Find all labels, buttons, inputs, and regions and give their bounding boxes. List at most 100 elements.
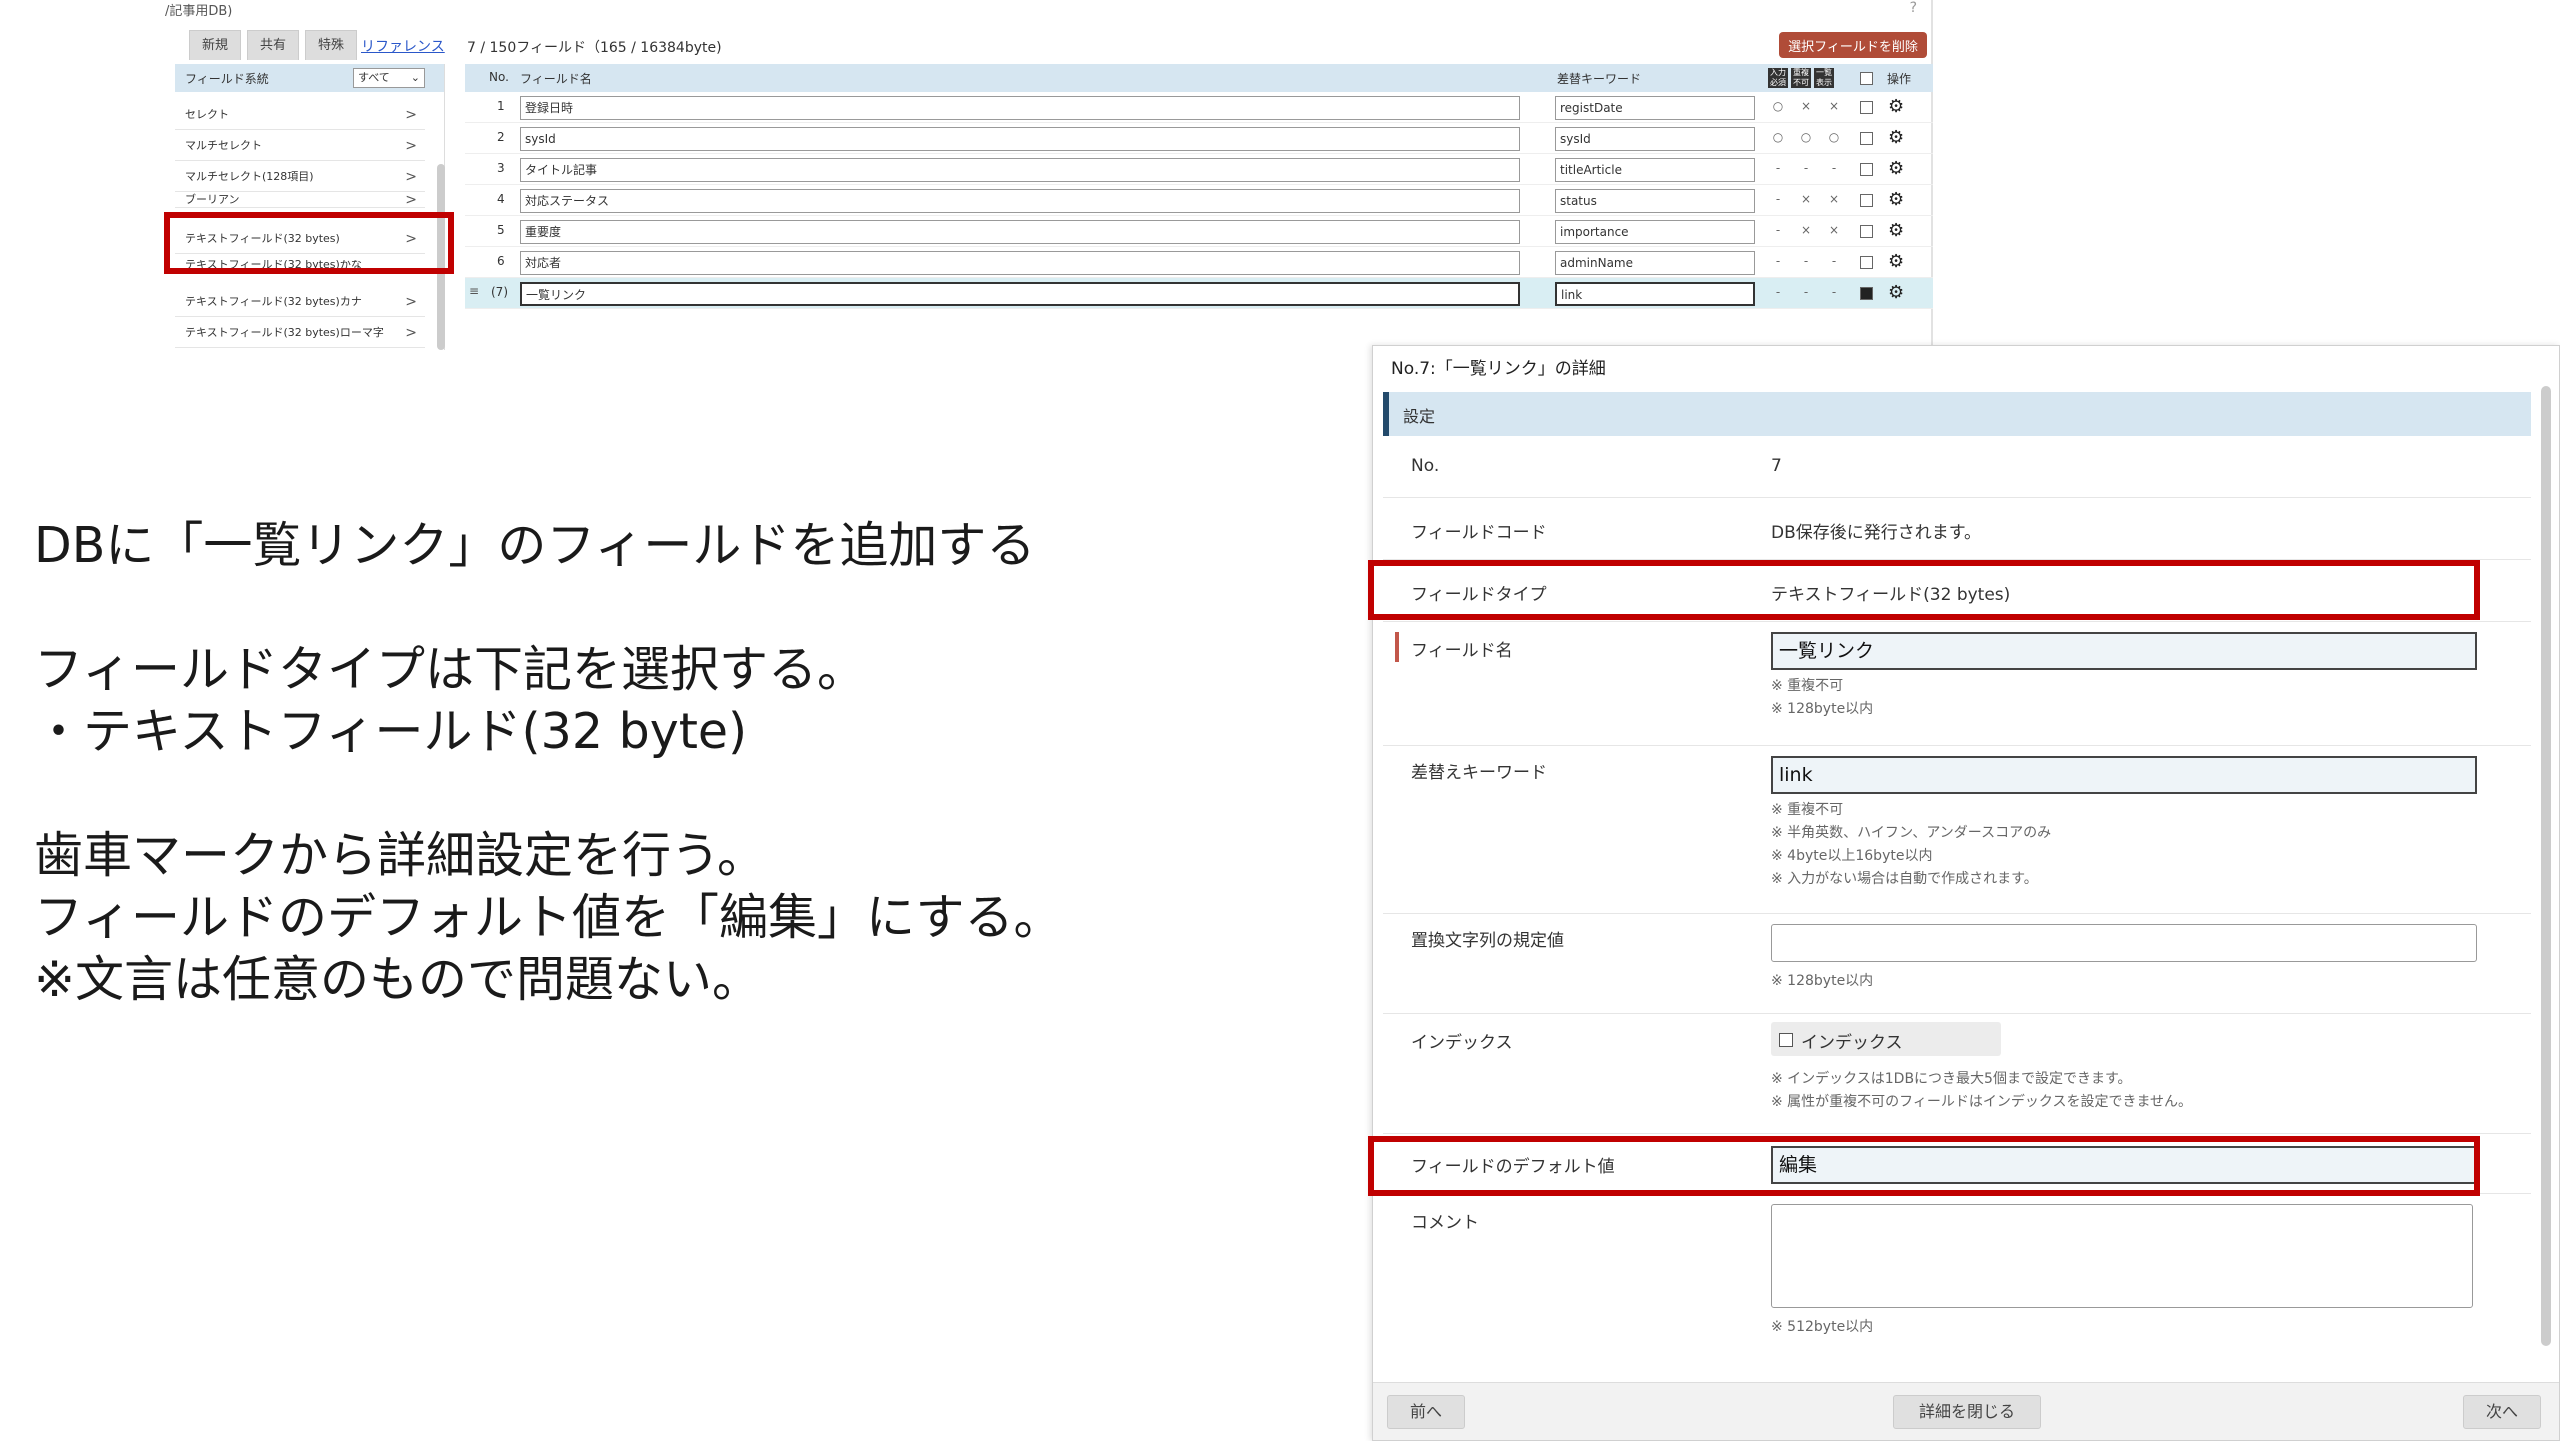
field-count: 7 / 150フィールド（165 / 16384byte) bbox=[467, 40, 722, 56]
instruction-line: フィールドタイプは下記を選択する。 bbox=[34, 641, 867, 698]
category-item-textfield-32-romaji[interactable]: テキストフィールド(32 bytes)ローマ字 > bbox=[175, 318, 425, 348]
field-code-label: フィールドコード bbox=[1411, 523, 1547, 543]
required-attr[interactable]: - bbox=[1771, 192, 1785, 206]
keyword-input[interactable]: link bbox=[1555, 282, 1755, 306]
category-filter-select[interactable]: すべて ⌄ bbox=[353, 68, 425, 88]
list-attr[interactable]: ○ bbox=[1827, 130, 1841, 144]
unique-attr[interactable]: - bbox=[1799, 254, 1813, 268]
row-checkbox[interactable] bbox=[1860, 194, 1873, 207]
detail-row-keyword: 差替えキーワード link ※ 重複不可 ※ 半角英数、ハイフン、アンダースコア… bbox=[1383, 746, 2531, 914]
unique-attr[interactable]: × bbox=[1799, 223, 1813, 237]
instruction-line: 歯車マークから詳細設定を行う。 bbox=[34, 827, 767, 884]
tab-reference[interactable]: リファレンス bbox=[361, 36, 445, 56]
field-name-input[interactable]: 一覧リンク bbox=[520, 282, 1520, 306]
field-name-input[interactable]: sysId bbox=[520, 127, 1520, 151]
table-row[interactable]: 2 sysId sysId ○ ○ ○ ⚙ bbox=[465, 123, 1933, 154]
field-name-input[interactable]: 一覧リンク bbox=[1771, 632, 2477, 670]
field-name-input[interactable]: 登録日時 bbox=[520, 96, 1520, 120]
gear-icon[interactable]: ⚙ bbox=[1888, 127, 1904, 148]
field-name-input[interactable]: タイトル記事 bbox=[520, 158, 1520, 182]
category-item-boolean[interactable]: ブーリアン > bbox=[175, 192, 425, 208]
row-checkbox-indeterminate[interactable] bbox=[1860, 287, 1873, 300]
required-attr[interactable]: - bbox=[1771, 223, 1785, 237]
detail-scrollbar[interactable] bbox=[2541, 386, 2551, 1346]
gear-icon[interactable]: ⚙ bbox=[1888, 158, 1904, 179]
list-attr[interactable]: × bbox=[1827, 223, 1841, 237]
tab-new[interactable]: 新規 bbox=[189, 30, 241, 60]
table-row[interactable]: 4 対応ステータス status - × × ⚙ bbox=[465, 185, 1933, 216]
list-attr[interactable]: × bbox=[1827, 99, 1841, 113]
settings-section-header: 設定 bbox=[1383, 392, 2531, 436]
keyword-input[interactable]: link bbox=[1771, 756, 2477, 794]
category-item-label: マルチセレクト(128項目) bbox=[185, 170, 314, 183]
gear-icon[interactable]: ⚙ bbox=[1888, 96, 1904, 117]
comment-textarea[interactable] bbox=[1771, 1204, 2473, 1308]
keyword-input[interactable]: titleArticle bbox=[1555, 158, 1755, 182]
category-item-multiselect-128[interactable]: マルチセレクト(128項目) > bbox=[175, 162, 425, 192]
category-item-select[interactable]: セレクト > bbox=[175, 100, 425, 130]
tab-shared[interactable]: 共有 bbox=[247, 30, 299, 60]
index-checkbox[interactable] bbox=[1779, 1033, 1793, 1047]
keyword-input[interactable]: registDate bbox=[1555, 96, 1755, 120]
default-string-note: ※ 128byte以内 bbox=[1771, 973, 1874, 989]
field-name-input[interactable]: 重要度 bbox=[520, 220, 1520, 244]
row-checkbox[interactable] bbox=[1860, 132, 1873, 145]
keyword-note: ※ 半角英数、ハイフン、アンダースコアのみ bbox=[1771, 825, 2052, 841]
required-attr[interactable]: - bbox=[1771, 285, 1785, 299]
field-grid: No. フィールド名 差替キーワード 入力必須 重複不可 一覧表示 操作 1 登… bbox=[465, 64, 1933, 314]
default-string-input[interactable] bbox=[1771, 924, 2477, 962]
keyword-input[interactable]: adminName bbox=[1555, 251, 1755, 275]
unique-attr[interactable]: × bbox=[1799, 99, 1813, 113]
table-row[interactable]: 6 対応者 adminName - - - ⚙ bbox=[465, 247, 1933, 278]
category-title: フィールド系統 bbox=[185, 72, 269, 86]
gear-icon[interactable]: ⚙ bbox=[1888, 189, 1904, 210]
list-attr[interactable]: - bbox=[1827, 285, 1841, 299]
keyword-input[interactable]: sysId bbox=[1555, 127, 1755, 151]
next-button[interactable]: 次へ bbox=[2463, 1395, 2541, 1429]
keyword-input[interactable]: importance bbox=[1555, 220, 1755, 244]
required-attr[interactable]: - bbox=[1771, 161, 1785, 175]
index-toggle[interactable]: インデックス bbox=[1771, 1022, 2001, 1056]
table-row[interactable]: 3 タイトル記事 titleArticle - - - ⚙ bbox=[465, 154, 1933, 185]
list-attr[interactable]: × bbox=[1827, 192, 1841, 206]
keyword-input[interactable]: status bbox=[1555, 189, 1755, 213]
category-item-multiselect[interactable]: マルチセレクト > bbox=[175, 131, 425, 161]
unique-attr[interactable]: - bbox=[1799, 161, 1813, 175]
row-checkbox[interactable] bbox=[1860, 225, 1873, 238]
unique-attr[interactable]: ○ bbox=[1799, 130, 1813, 144]
category-item-textfield-32-katakana[interactable]: テキストフィールド(32 bytes)カナ > bbox=[175, 287, 425, 317]
close-detail-button[interactable]: 詳細を閉じる bbox=[1893, 1395, 2041, 1429]
row-checkbox[interactable] bbox=[1860, 163, 1873, 176]
help-icon[interactable]: ? bbox=[1910, 0, 1917, 16]
row-number: (7) bbox=[491, 285, 508, 299]
table-row[interactable]: 1 登録日時 registDate ○ × × ⚙ bbox=[465, 92, 1933, 123]
tab-special[interactable]: 特殊 bbox=[305, 30, 357, 60]
field-name-input[interactable]: 対応ステータス bbox=[520, 189, 1520, 213]
delete-selected-button[interactable]: 選択フィールドを削除 bbox=[1779, 32, 1927, 58]
gear-icon[interactable]: ⚙ bbox=[1888, 220, 1904, 241]
row-checkbox[interactable] bbox=[1860, 256, 1873, 269]
required-header-icon: 入力必須 bbox=[1768, 68, 1788, 88]
required-attr[interactable]: ○ bbox=[1771, 130, 1785, 144]
prev-button[interactable]: 前へ bbox=[1387, 1395, 1465, 1429]
field-editor-panel: /記事用DB) ? 新規 共有 特殊 リファレンス 7 / 150フィールド（1… bbox=[165, 0, 1933, 350]
gear-icon[interactable]: ⚙ bbox=[1888, 251, 1904, 272]
list-attr[interactable]: - bbox=[1827, 254, 1841, 268]
category-item-label: セレクト bbox=[185, 108, 229, 121]
unique-attr[interactable]: - bbox=[1799, 285, 1813, 299]
list-attr[interactable]: - bbox=[1827, 161, 1841, 175]
detail-footer: 前へ 詳細を閉じる 次へ bbox=[1373, 1382, 2559, 1440]
required-attr[interactable]: - bbox=[1771, 254, 1785, 268]
table-row-selected[interactable]: ≡ (7) 一覧リンク link - - - ⚙ bbox=[465, 278, 1933, 309]
unique-attr[interactable]: × bbox=[1799, 192, 1813, 206]
field-name-input[interactable]: 対応者 bbox=[520, 251, 1520, 275]
chevron-right-icon: > bbox=[405, 325, 417, 341]
chevron-right-icon: > bbox=[405, 138, 417, 154]
category-item-label: テキストフィールド(32 bytes)ローマ字 bbox=[185, 326, 384, 339]
gear-icon[interactable]: ⚙ bbox=[1888, 282, 1904, 303]
required-attr[interactable]: ○ bbox=[1771, 99, 1785, 113]
table-row[interactable]: 5 重要度 importance - × × ⚙ bbox=[465, 216, 1933, 247]
row-checkbox[interactable] bbox=[1860, 101, 1873, 114]
select-all-checkbox[interactable] bbox=[1860, 72, 1873, 85]
drag-handle-icon[interactable]: ≡ bbox=[469, 284, 479, 298]
